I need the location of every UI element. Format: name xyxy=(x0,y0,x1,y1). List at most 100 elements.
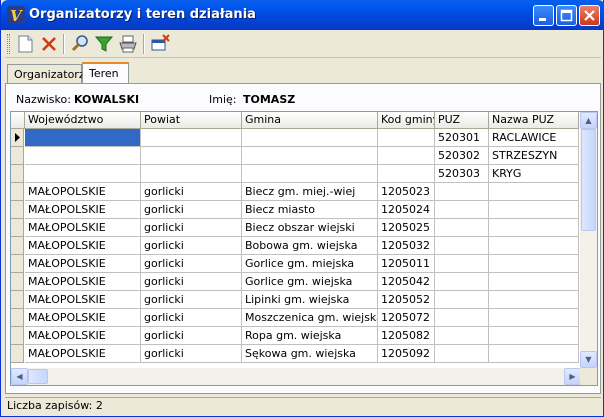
table-cell[interactable] xyxy=(489,345,579,363)
row-indicator[interactable] xyxy=(11,237,24,255)
table-cell[interactable] xyxy=(25,165,141,183)
table-cell[interactable]: MAŁOPOLSKIE xyxy=(25,327,141,345)
table-cell[interactable]: 1205042 xyxy=(378,273,435,291)
table-cell[interactable]: 1205052 xyxy=(378,291,435,309)
scroll-up-button[interactable]: ▲ xyxy=(580,112,597,129)
table-cell[interactable] xyxy=(141,147,242,165)
table-cell[interactable]: 520302 xyxy=(435,147,489,165)
row-indicator[interactable] xyxy=(11,201,24,219)
table-row[interactable]: MAŁOPOLSKIE gorlicki Moszczenica gm. wiejs… xyxy=(11,309,579,327)
table-cell[interactable] xyxy=(242,129,378,147)
table-cell[interactable] xyxy=(435,219,489,237)
horizontal-scrollbar[interactable]: ◀ ▶ xyxy=(11,368,581,385)
table-cell[interactable]: STRZESZYN xyxy=(489,147,579,165)
tab-organizatorzy[interactable]: Organizatorzy xyxy=(7,64,91,83)
table-cell[interactable]: KRYG xyxy=(489,165,579,183)
table-cell[interactable]: 1205072 xyxy=(378,309,435,327)
table-row[interactable]: MAŁOPOLSKIE gorlicki Biecz miasto 1205024 xyxy=(11,201,579,219)
row-indicator[interactable] xyxy=(11,327,24,345)
table-cell[interactable] xyxy=(489,327,579,345)
table-cell[interactable] xyxy=(489,219,579,237)
vertical-scrollbar[interactable]: ▲ ▼ xyxy=(580,112,597,368)
table-cell[interactable]: MAŁOPOLSKIE xyxy=(25,255,141,273)
table-cell[interactable] xyxy=(489,237,579,255)
table-cell[interactable]: Bobowa gm. wiejska xyxy=(242,237,378,255)
table-cell[interactable]: Ropa gm. wiejska xyxy=(242,327,378,345)
table-row[interactable]: MAŁOPOLSKIE gorlicki Gorlice gm. wiejska 12… xyxy=(11,273,579,291)
table-cell[interactable] xyxy=(378,147,435,165)
table-cell[interactable] xyxy=(489,255,579,273)
search-button[interactable] xyxy=(69,33,91,55)
table-row[interactable]: MAŁOPOLSKIE gorlicki Ropa gm. wiejska 12050… xyxy=(11,327,579,345)
table-row[interactable]: MAŁOPOLSKIE gorlicki Gorlice gm. miejska 12… xyxy=(11,255,579,273)
table-cell[interactable]: gorlicki xyxy=(141,291,242,309)
close-window-button[interactable] xyxy=(579,5,600,26)
table-cell[interactable] xyxy=(435,327,489,345)
table-cell[interactable] xyxy=(25,147,141,165)
table-cell[interactable] xyxy=(435,183,489,201)
table-cell[interactable]: MAŁOPOLSKIE xyxy=(25,291,141,309)
table-cell[interactable]: gorlicki xyxy=(141,309,242,327)
table-row[interactable]: 520302 STRZESZYN xyxy=(11,147,579,165)
table-cell[interactable]: Lipinki gm. wiejska xyxy=(242,291,378,309)
table-cell[interactable] xyxy=(435,309,489,327)
table-cell[interactable]: 520301 xyxy=(435,129,489,147)
table-cell[interactable]: 1205025 xyxy=(378,219,435,237)
column-header[interactable]: Województwo xyxy=(25,112,141,129)
column-header[interactable]: Kod gminy xyxy=(378,112,435,129)
table-row[interactable]: MAŁOPOLSKIE gorlicki Biecz obszar wiejski 1… xyxy=(11,219,579,237)
table-cell[interactable] xyxy=(378,129,435,147)
table-cell[interactable]: MAŁOPOLSKIE xyxy=(25,183,141,201)
table-cell[interactable]: gorlicki xyxy=(141,201,242,219)
table-cell[interactable]: 1205032 xyxy=(378,237,435,255)
table-cell[interactable] xyxy=(489,183,579,201)
table-cell[interactable]: Biecz obszar wiejski xyxy=(242,219,378,237)
table-cell[interactable]: Biecz gm. miej.-wiej xyxy=(242,183,378,201)
maximize-button[interactable] xyxy=(556,5,577,26)
table-cell[interactable]: Gorlice gm. wiejska xyxy=(242,273,378,291)
table-cell[interactable]: MAŁOPOLSKIE xyxy=(25,219,141,237)
data-grid[interactable]: Województwo Powiat Gmina Kod gminy PUZ N… xyxy=(10,111,598,386)
table-cell[interactable] xyxy=(435,345,489,363)
table-cell[interactable]: MAŁOPOLSKIE xyxy=(25,273,141,291)
table-cell[interactable]: 520303 xyxy=(435,165,489,183)
current-row-indicator-icon[interactable] xyxy=(11,129,24,147)
column-header[interactable]: Gmina xyxy=(242,112,378,129)
table-cell[interactable] xyxy=(435,237,489,255)
scroll-down-button[interactable]: ▼ xyxy=(580,351,597,368)
table-cell[interactable]: 1205024 xyxy=(378,201,435,219)
close-form-button[interactable] xyxy=(149,33,171,55)
table-cell[interactable] xyxy=(489,273,579,291)
table-row[interactable]: MAŁOPOLSKIE gorlicki Biecz gm. miej.-wiej 1… xyxy=(11,183,579,201)
row-indicator[interactable] xyxy=(11,219,24,237)
table-cell[interactable]: Moszczenica gm. wiejska xyxy=(242,309,378,327)
scroll-right-button[interactable]: ▶ xyxy=(564,368,581,385)
column-header[interactable]: PUZ xyxy=(435,112,489,129)
table-cell[interactable]: MAŁOPOLSKIE xyxy=(25,345,141,363)
scroll-left-button[interactable]: ◀ xyxy=(11,368,28,385)
table-row[interactable]: MAŁOPOLSKIE gorlicki Bobowa gm. wiejska 120… xyxy=(11,237,579,255)
horizontal-scroll-thumb[interactable] xyxy=(28,369,48,384)
toolbar-grip[interactable] xyxy=(7,34,10,54)
table-cell[interactable]: gorlicki xyxy=(141,327,242,345)
row-indicator[interactable] xyxy=(11,255,24,273)
table-cell[interactable]: gorlicki xyxy=(141,255,242,273)
table-cell[interactable]: gorlicki xyxy=(141,273,242,291)
table-row[interactable]: 520303 KRYG xyxy=(11,165,579,183)
minimize-button[interactable] xyxy=(533,5,554,26)
table-cell[interactable]: 1205092 xyxy=(378,345,435,363)
table-cell[interactable]: MAŁOPOLSKIE xyxy=(25,201,141,219)
row-indicator[interactable] xyxy=(11,165,24,183)
row-indicator[interactable] xyxy=(11,147,24,165)
table-cell[interactable]: gorlicki xyxy=(141,237,242,255)
row-indicator[interactable] xyxy=(11,183,24,201)
table-cell[interactable] xyxy=(435,201,489,219)
row-indicator[interactable] xyxy=(11,309,24,327)
filter-button[interactable] xyxy=(93,33,115,55)
row-indicator[interactable] xyxy=(11,273,24,291)
tab-teren[interactable]: Teren xyxy=(82,62,129,84)
table-cell[interactable] xyxy=(489,201,579,219)
table-cell[interactable] xyxy=(435,291,489,309)
table-cell[interactable] xyxy=(435,255,489,273)
table-cell[interactable]: RACLAWICE xyxy=(489,129,579,147)
